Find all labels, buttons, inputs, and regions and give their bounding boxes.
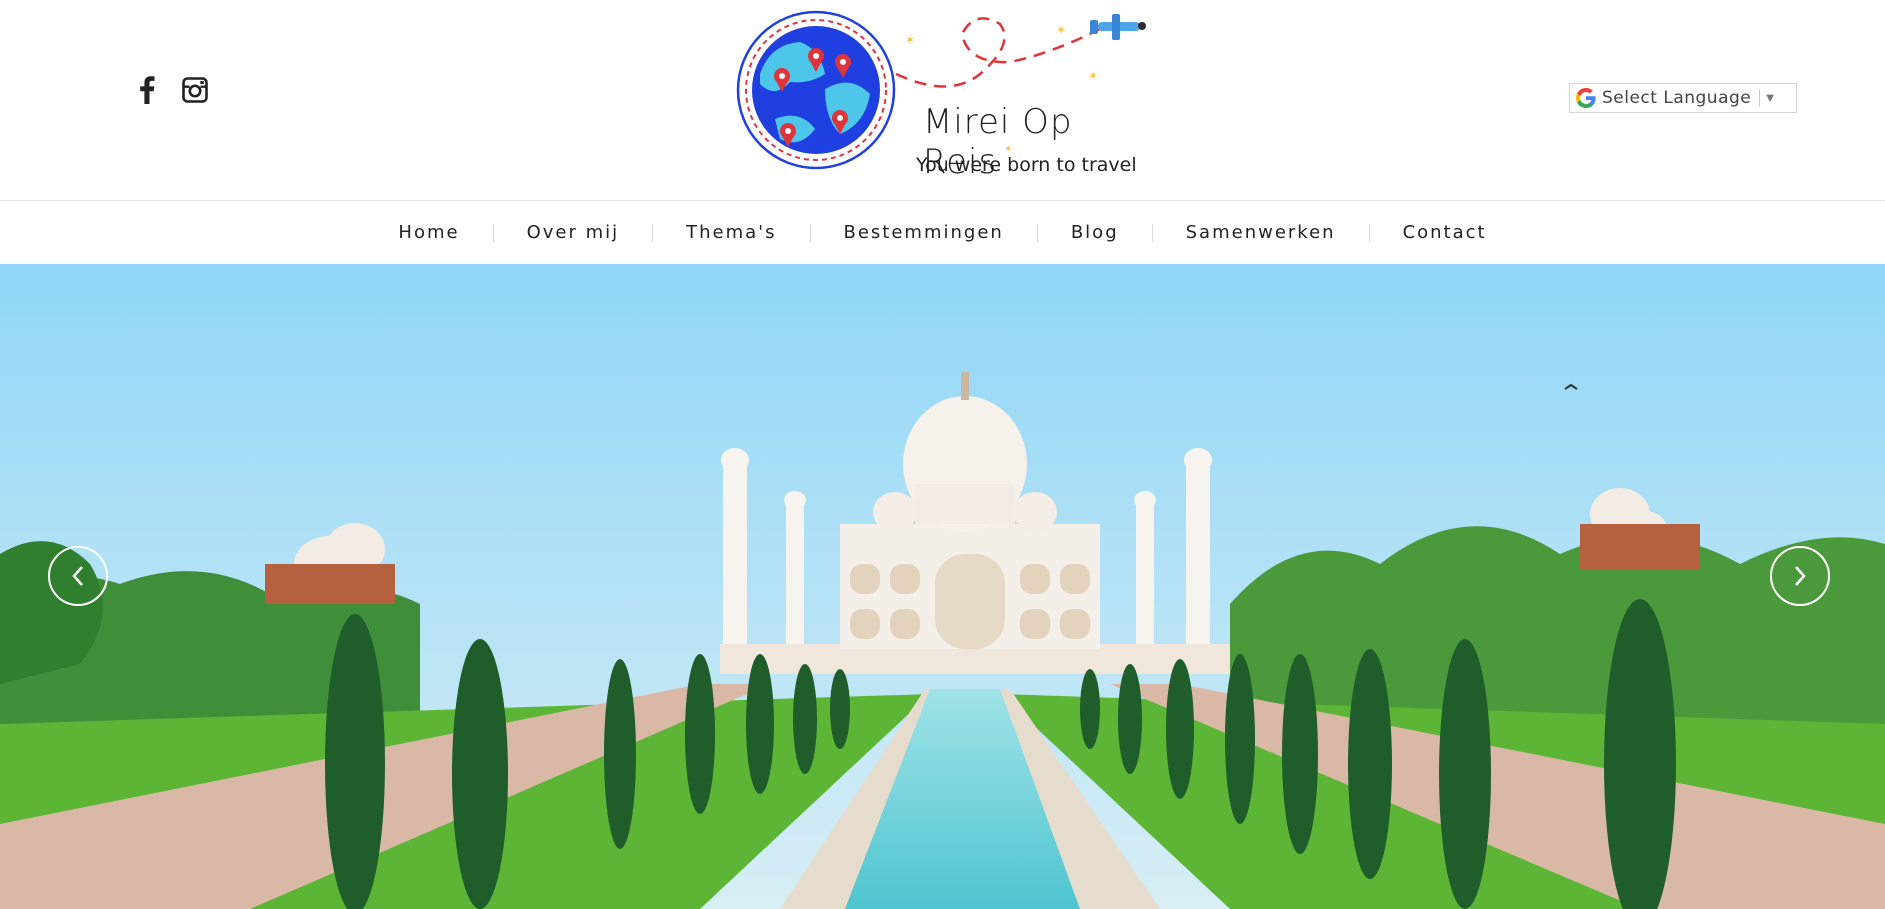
language-select-label: Select Language: [1602, 88, 1752, 108]
facebook-icon[interactable]: [134, 76, 160, 104]
instagram-icon[interactable]: [182, 76, 208, 104]
brand-tagline: You were born to travel: [916, 154, 1137, 176]
svg-text:✶: ✶: [1088, 69, 1098, 83]
nav-item-home[interactable]: Home: [365, 222, 492, 243]
chevron-right-icon: [1795, 566, 1806, 586]
svg-text:✶: ✶: [905, 33, 915, 47]
slider-prev-button[interactable]: [48, 546, 108, 606]
main-nav: Home Over mij Thema's Bestemmingen Blog …: [0, 200, 1885, 264]
nav-item-over-mij[interactable]: Over mij: [494, 222, 653, 243]
site-header: ✶ ✶ ✶ ✶ Mirei Op Reis You were born to t…: [0, 0, 1885, 200]
language-select[interactable]: Select Language ▼: [1569, 83, 1797, 113]
slider-next-button[interactable]: [1770, 546, 1830, 606]
nav-item-contact[interactable]: Contact: [1370, 222, 1520, 243]
language-select-divider: [1759, 89, 1761, 107]
hero-image-taj-mahal: [0, 264, 1885, 909]
chevron-left-icon: [72, 566, 83, 586]
hero-slider: [0, 264, 1885, 909]
nav-item-blog[interactable]: Blog: [1038, 222, 1152, 243]
nav-item-bestemmingen[interactable]: Bestemmingen: [811, 222, 1037, 243]
site-logo[interactable]: ✶ ✶ ✶ ✶ Mirei Op Reis You were born to t…: [730, 4, 1150, 182]
chevron-down-icon: ▼: [1766, 92, 1774, 104]
nav-item-themas[interactable]: Thema's: [653, 222, 809, 243]
google-icon: [1576, 88, 1596, 108]
svg-text:✶: ✶: [1056, 23, 1066, 37]
nav-item-samenwerken[interactable]: Samenwerken: [1153, 222, 1369, 243]
social-links: [134, 76, 208, 104]
